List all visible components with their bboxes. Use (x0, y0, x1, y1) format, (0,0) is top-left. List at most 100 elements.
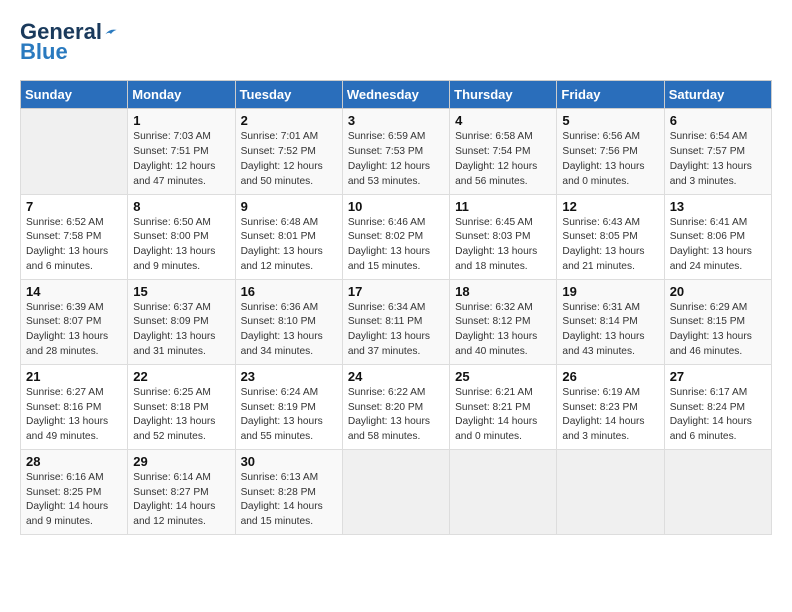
day-number: 24 (348, 369, 444, 384)
calendar-cell: 17 Sunrise: 6:34 AM Sunset: 8:11 PM Dayli… (342, 279, 449, 364)
calendar-row: 14 Sunrise: 6:39 AM Sunset: 8:07 PM Dayli… (21, 279, 772, 364)
day-number: 25 (455, 369, 551, 384)
calendar-cell: 7 Sunrise: 6:52 AM Sunset: 7:58 PM Daylig… (21, 194, 128, 279)
day-info: Sunrise: 6:48 AM Sunset: 8:01 PM Dayligh… (241, 216, 337, 275)
day-number: 2 (241, 113, 337, 128)
day-info: Sunrise: 6:41 AM Sunset: 8:06 PM Dayligh… (670, 216, 766, 275)
calendar-cell (664, 449, 771, 534)
day-info: Sunrise: 6:13 AM Sunset: 8:28 PM Dayligh… (241, 471, 337, 530)
calendar-cell: 29 Sunrise: 6:14 AM Sunset: 8:27 PM Dayli… (128, 449, 235, 534)
day-number: 7 (26, 199, 122, 214)
day-info: Sunrise: 6:24 AM Sunset: 8:19 PM Dayligh… (241, 386, 337, 445)
calendar-cell: 6Sunrise: 6:54 AM Sunset: 7:57 PM Daylig… (664, 109, 771, 194)
weekday-header: Wednesday (342, 81, 449, 109)
day-info: Sunrise: 6:50 AM Sunset: 8:00 PM Dayligh… (133, 216, 229, 275)
logo: General Blue (20, 20, 118, 64)
day-number: 14 (26, 284, 122, 299)
day-info: Sunrise: 6:32 AM Sunset: 8:12 PM Dayligh… (455, 301, 551, 360)
calendar-body: 1 Sunrise: 7:03 AM Sunset: 7:51 PM Daylig… (21, 109, 772, 535)
day-number: 16 (241, 284, 337, 299)
calendar-table: SundayMondayTuesdayWednesdayThursdayFrid… (20, 80, 772, 535)
calendar-cell: 10 Sunrise: 6:46 AM Sunset: 8:02 PM Dayli… (342, 194, 449, 279)
calendar-cell: 28 Sunrise: 6:16 AM Sunset: 8:25 PM Dayli… (21, 449, 128, 534)
day-info: Sunrise: 6:59 AM Sunset: 7:53 PM Dayligh… (348, 130, 444, 189)
day-info: Sunrise: 6:14 AM Sunset: 8:27 PM Dayligh… (133, 471, 229, 530)
day-number: 29 (133, 454, 229, 469)
day-number: 26 (562, 369, 658, 384)
day-info: Sunrise: 6:58 AM Sunset: 7:54 PM Dayligh… (455, 130, 551, 189)
calendar-cell: 13 Sunrise: 6:41 AM Sunset: 8:06 PM Dayli… (664, 194, 771, 279)
day-info: Sunrise: 6:45 AM Sunset: 8:03 PM Dayligh… (455, 216, 551, 275)
day-number: 4 (455, 113, 551, 128)
day-number: 28 (26, 454, 122, 469)
day-info: Sunrise: 6:52 AM Sunset: 7:58 PM Dayligh… (26, 216, 122, 275)
day-info: Sunrise: 6:43 AM Sunset: 8:05 PM Dayligh… (562, 216, 658, 275)
day-number: 18 (455, 284, 551, 299)
day-info: Sunrise: 6:36 AM Sunset: 8:10 PM Dayligh… (241, 301, 337, 360)
weekday-header: Friday (557, 81, 664, 109)
calendar-cell: 11 Sunrise: 6:45 AM Sunset: 8:03 PM Dayli… (450, 194, 557, 279)
calendar-cell: 24 Sunrise: 6:22 AM Sunset: 8:20 PM Dayli… (342, 364, 449, 449)
weekday-header: Monday (128, 81, 235, 109)
calendar-cell (21, 109, 128, 194)
day-info: Sunrise: 6:29 AM Sunset: 8:15 PM Dayligh… (670, 301, 766, 360)
calendar-row: 7 Sunrise: 6:52 AM Sunset: 7:58 PM Daylig… (21, 194, 772, 279)
logo-bird-icon (104, 25, 118, 39)
day-info: Sunrise: 6:39 AM Sunset: 8:07 PM Dayligh… (26, 301, 122, 360)
calendar-cell: 14 Sunrise: 6:39 AM Sunset: 8:07 PM Dayli… (21, 279, 128, 364)
day-info: Sunrise: 6:56 AM Sunset: 7:56 PM Dayligh… (562, 130, 658, 189)
calendar-cell: 23 Sunrise: 6:24 AM Sunset: 8:19 PM Dayli… (235, 364, 342, 449)
day-number: 13 (670, 199, 766, 214)
calendar-cell: 22Sunrise: 6:25 AM Sunset: 8:18 PM Dayli… (128, 364, 235, 449)
day-info: Sunrise: 6:37 AM Sunset: 8:09 PM Dayligh… (133, 301, 229, 360)
calendar-cell: 19 Sunrise: 6:31 AM Sunset: 8:14 PM Dayli… (557, 279, 664, 364)
day-info: Sunrise: 6:25 AM Sunset: 8:18 PM Dayligh… (133, 386, 229, 445)
day-info: Sunrise: 6:46 AM Sunset: 8:02 PM Dayligh… (348, 216, 444, 275)
calendar-cell: 20Sunrise: 6:29 AM Sunset: 8:15 PM Dayli… (664, 279, 771, 364)
day-number: 21 (26, 369, 122, 384)
day-number: 15 (133, 284, 229, 299)
day-info: Sunrise: 6:31 AM Sunset: 8:14 PM Dayligh… (562, 301, 658, 360)
day-info: Sunrise: 6:21 AM Sunset: 8:21 PM Dayligh… (455, 386, 551, 445)
calendar-row: 1 Sunrise: 7:03 AM Sunset: 7:51 PM Daylig… (21, 109, 772, 194)
calendar-cell: 8 Sunrise: 6:50 AM Sunset: 8:00 PM Daylig… (128, 194, 235, 279)
day-number: 17 (348, 284, 444, 299)
day-number: 1 (133, 113, 229, 128)
day-info: Sunrise: 6:19 AM Sunset: 8:23 PM Dayligh… (562, 386, 658, 445)
weekday-header: Tuesday (235, 81, 342, 109)
page-header: General Blue (20, 20, 772, 64)
calendar-cell: 3Sunrise: 6:59 AM Sunset: 7:53 PM Daylig… (342, 109, 449, 194)
day-number: 11 (455, 199, 551, 214)
calendar-cell: 26 Sunrise: 6:19 AM Sunset: 8:23 PM Dayli… (557, 364, 664, 449)
day-info: Sunrise: 6:34 AM Sunset: 8:11 PM Dayligh… (348, 301, 444, 360)
day-number: 10 (348, 199, 444, 214)
day-number: 23 (241, 369, 337, 384)
weekday-header: Thursday (450, 81, 557, 109)
calendar-cell (342, 449, 449, 534)
weekday-header: Saturday (664, 81, 771, 109)
day-info: Sunrise: 6:22 AM Sunset: 8:20 PM Dayligh… (348, 386, 444, 445)
calendar-cell: 16 Sunrise: 6:36 AM Sunset: 8:10 PM Dayli… (235, 279, 342, 364)
calendar-cell: 27Sunrise: 6:17 AM Sunset: 8:24 PM Dayli… (664, 364, 771, 449)
day-info: Sunrise: 6:54 AM Sunset: 7:57 PM Dayligh… (670, 130, 766, 189)
calendar-cell: 5 Sunrise: 6:56 AM Sunset: 7:56 PM Daylig… (557, 109, 664, 194)
calendar-cell: 25 Sunrise: 6:21 AM Sunset: 8:21 PM Dayli… (450, 364, 557, 449)
calendar-cell: 15 Sunrise: 6:37 AM Sunset: 8:09 PM Dayli… (128, 279, 235, 364)
day-number: 8 (133, 199, 229, 214)
calendar-header: SundayMondayTuesdayWednesdayThursdayFrid… (21, 81, 772, 109)
day-number: 5 (562, 113, 658, 128)
calendar-cell: 21Sunrise: 6:27 AM Sunset: 8:16 PM Dayli… (21, 364, 128, 449)
calendar-cell (450, 449, 557, 534)
calendar-row: 28 Sunrise: 6:16 AM Sunset: 8:25 PM Dayli… (21, 449, 772, 534)
calendar-cell: 18 Sunrise: 6:32 AM Sunset: 8:12 PM Dayli… (450, 279, 557, 364)
logo-blue-text: Blue (20, 40, 68, 64)
day-info: Sunrise: 7:01 AM Sunset: 7:52 PM Dayligh… (241, 130, 337, 189)
calendar-row: 21Sunrise: 6:27 AM Sunset: 8:16 PM Dayli… (21, 364, 772, 449)
day-number: 19 (562, 284, 658, 299)
day-info: Sunrise: 6:16 AM Sunset: 8:25 PM Dayligh… (26, 471, 122, 530)
day-info: Sunrise: 6:17 AM Sunset: 8:24 PM Dayligh… (670, 386, 766, 445)
calendar-cell: 2 Sunrise: 7:01 AM Sunset: 7:52 PM Daylig… (235, 109, 342, 194)
calendar-cell: 1 Sunrise: 7:03 AM Sunset: 7:51 PM Daylig… (128, 109, 235, 194)
calendar-cell: 12Sunrise: 6:43 AM Sunset: 8:05 PM Dayli… (557, 194, 664, 279)
day-info: Sunrise: 7:03 AM Sunset: 7:51 PM Dayligh… (133, 130, 229, 189)
